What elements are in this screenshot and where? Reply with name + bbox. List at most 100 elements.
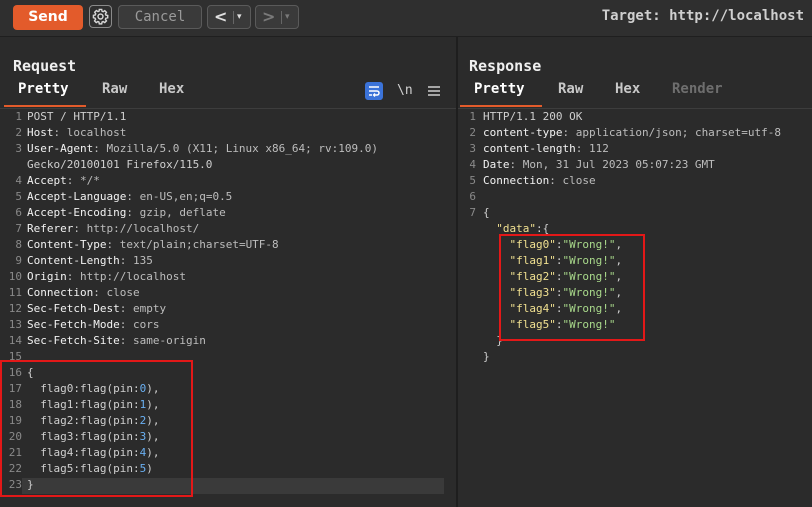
toolbar: Send Cancel < ▾ > ▾ Target: http://local… xyxy=(0,0,812,37)
code-line: Connection: close xyxy=(27,285,140,301)
response-active-tab-underline xyxy=(460,105,542,107)
header-value: localhost xyxy=(66,126,127,139)
code-line: Origin: http://localhost xyxy=(27,269,186,285)
code-line: content-length: 112 xyxy=(483,141,609,157)
request-menu-button[interactable] xyxy=(427,82,441,100)
header-name: Sec-Fetch-Site xyxy=(27,334,120,347)
line-number: 5 xyxy=(15,190,22,203)
code-line: content-type: application/json; charset=… xyxy=(483,125,781,141)
line-number: 7 xyxy=(469,206,476,219)
code-line: Accept-Language: en-US,en;q=0.5 xyxy=(27,189,232,205)
header-value: en-US,en;q=0.5 xyxy=(139,190,233,203)
header-value: cors xyxy=(132,318,160,331)
response-title: Response xyxy=(469,57,542,75)
header-name: Accept-Encoding xyxy=(27,206,127,219)
header-separator: : xyxy=(509,158,523,171)
header-value: text/plain;charset=UTF-8 xyxy=(119,238,279,251)
header-name: Referer xyxy=(27,222,74,235)
header-value: close xyxy=(562,174,596,187)
header-name: Accept xyxy=(27,174,67,187)
header-name: Connection xyxy=(483,174,550,187)
header-separator: : xyxy=(66,270,80,283)
response-tab-raw[interactable]: Raw xyxy=(558,81,583,97)
request-tab-pretty[interactable]: Pretty xyxy=(18,81,69,97)
code-line: POST / HTTP/1.1 xyxy=(27,109,126,125)
line-number: 1 xyxy=(15,110,22,123)
header-value: http://localhost xyxy=(80,270,186,283)
header-separator: : xyxy=(73,222,87,235)
header-name: Origin xyxy=(27,270,67,283)
header-name: Connection xyxy=(27,286,94,299)
code-text: Gecko/20100101 Firefox/115.0 xyxy=(27,158,213,171)
code-line: Referer: http://localhost/ xyxy=(27,221,199,237)
code-line: Gecko/20100101 Firefox/115.0 xyxy=(27,157,212,173)
header-separator: : xyxy=(93,286,107,299)
header-value: close xyxy=(106,286,140,299)
send-button[interactable]: Send xyxy=(13,5,83,30)
line-number: 11 xyxy=(8,286,22,299)
code-line: Host: localhost xyxy=(27,125,126,141)
line-number: 7 xyxy=(15,222,22,235)
header-separator: : xyxy=(93,142,107,155)
code-line: Connection: close xyxy=(483,173,596,189)
gear-icon xyxy=(92,8,109,25)
word-wrap-toggle[interactable] xyxy=(365,82,383,100)
target-url[interactable]: Target: http://localhost xyxy=(602,8,804,24)
line-number: 8 xyxy=(15,238,22,251)
header-name: content-type xyxy=(483,126,563,139)
line-number: 2 xyxy=(15,126,22,139)
forward-arrow-icon: > xyxy=(262,7,276,26)
header-name: Content-Type xyxy=(27,238,107,251)
header-value: 112 xyxy=(588,142,609,155)
line-number: 2 xyxy=(469,126,476,139)
code-text: { xyxy=(483,206,490,219)
code-text: POST / HTTP/1.1 xyxy=(27,110,127,123)
back-dropdown-icon[interactable]: ▾ xyxy=(237,6,242,28)
header-separator: : xyxy=(119,334,133,347)
code-line: Accept-Encoding: gzip, deflate xyxy=(27,205,226,221)
header-name: content-length xyxy=(483,142,576,155)
response-tab-hex[interactable]: Hex xyxy=(615,81,640,97)
header-separator: : xyxy=(575,142,589,155)
header-name: Sec-Fetch-Dest xyxy=(27,302,120,315)
line-number: 10 xyxy=(8,270,22,283)
line-number: 6 xyxy=(15,206,22,219)
header-value: */* xyxy=(80,174,100,187)
forward-dropdown-icon[interactable]: ▾ xyxy=(285,6,290,28)
response-tab-pretty[interactable]: Pretty xyxy=(474,81,525,97)
response-tab-render[interactable]: Render xyxy=(672,81,723,97)
code-line: Content-Length: 135 xyxy=(27,253,153,269)
header-separator: : xyxy=(126,190,140,203)
header-name: Accept-Language xyxy=(27,190,127,203)
line-number: 9 xyxy=(15,254,22,267)
line-number: 5 xyxy=(469,174,476,187)
header-value: empty xyxy=(132,302,167,315)
back-button[interactable]: < ▾ xyxy=(207,5,251,29)
hamburger-menu-icon xyxy=(428,86,440,96)
wrap-lines-icon xyxy=(365,82,383,100)
cancel-button[interactable]: Cancel xyxy=(118,5,202,29)
line-number: 3 xyxy=(15,142,22,155)
header-value: application/json; charset=utf-8 xyxy=(575,126,782,139)
back-arrow-icon: < xyxy=(214,7,228,26)
code-line: Date: Mon, 31 Jul 2023 05:07:23 GMT xyxy=(483,157,715,173)
header-value: gzip, deflate xyxy=(139,206,226,219)
line-number: 14 xyxy=(8,334,22,347)
line-number: 12 xyxy=(8,302,22,315)
code-line: Sec-Fetch-Mode: cors xyxy=(27,317,159,333)
request-tab-raw[interactable]: Raw xyxy=(102,81,127,97)
forward-button[interactable]: > ▾ xyxy=(255,5,299,29)
line-number: 3 xyxy=(469,142,476,155)
request-tab-hex[interactable]: Hex xyxy=(159,81,184,97)
request-body-highlight-box xyxy=(0,360,193,497)
request-pane: Request Pretty Raw Hex \n 1 POST / HTTP/1… xyxy=(0,37,456,507)
code-text: HTTP/1.1 200 OK xyxy=(483,110,583,123)
line-number: 6 xyxy=(469,190,476,203)
header-separator: : xyxy=(119,302,133,315)
code-line: HTTP/1.1 200 OK xyxy=(483,109,582,125)
show-newlines-toggle[interactable]: \n xyxy=(397,82,413,100)
request-tabs: Pretty Raw Hex xyxy=(0,81,456,103)
line-number: 4 xyxy=(469,158,476,171)
code-line: Sec-Fetch-Site: same-origin xyxy=(27,333,206,349)
settings-gear-button[interactable] xyxy=(89,5,112,28)
